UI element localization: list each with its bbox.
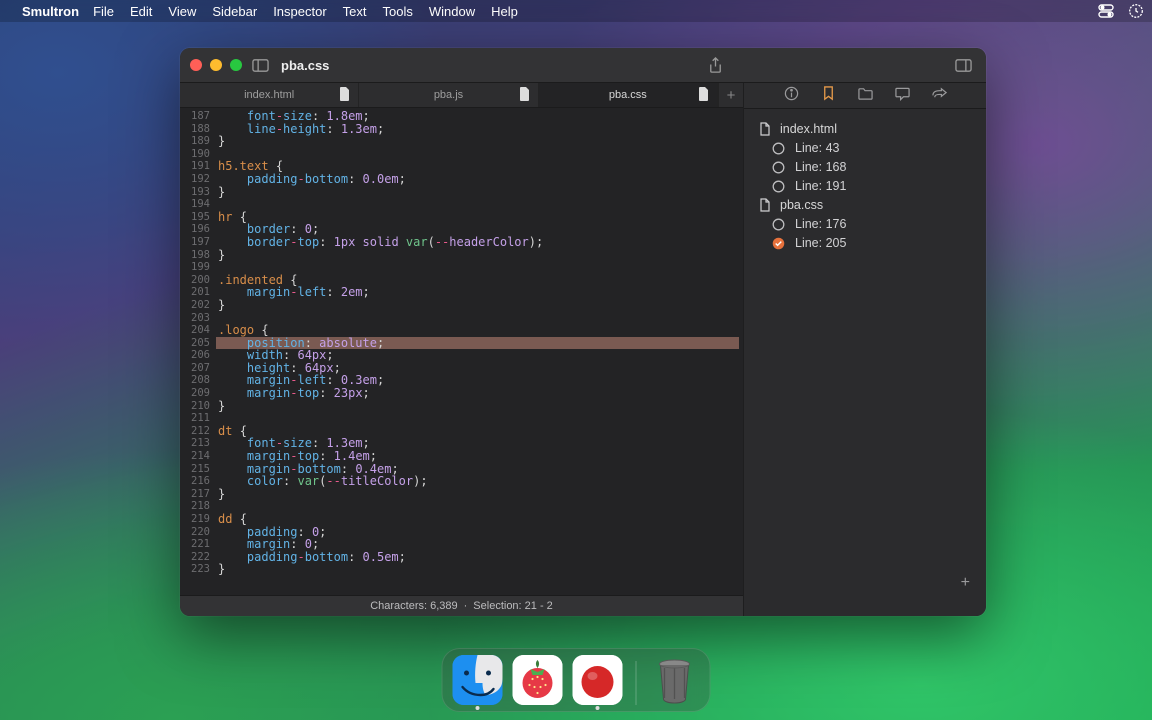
document-icon: [518, 87, 532, 104]
info-icon[interactable]: [784, 86, 799, 106]
titlebar[interactable]: pba.css: [180, 48, 986, 83]
folder-icon[interactable]: [858, 86, 873, 106]
status-bar: Characters: 6,389 · Selection: 21 - 2: [180, 595, 743, 616]
clock-icon[interactable]: [1128, 3, 1144, 19]
menu-window[interactable]: Window: [429, 4, 475, 19]
bookmarks-panel: index.html Line: 43 Line: 168 Line: 191 pba.…: [744, 83, 986, 616]
menu-tools[interactable]: Tools: [383, 4, 413, 19]
line-gutter: 1871881891901911921931941951961971981992…: [180, 108, 216, 595]
bookmark-item[interactable]: Line: 43: [772, 141, 972, 155]
menu-view[interactable]: View: [168, 4, 196, 19]
forward-icon[interactable]: [932, 86, 947, 106]
tab-label: pba.js: [434, 89, 463, 101]
minimize-button[interactable]: [210, 59, 222, 71]
menu-inspector[interactable]: Inspector: [273, 4, 326, 19]
comment-icon[interactable]: [895, 86, 910, 106]
add-tab-button[interactable]: +: [718, 83, 743, 107]
document-icon: [697, 87, 711, 104]
right-panel-toggle-icon[interactable]: [955, 57, 972, 74]
tab-index-html[interactable]: index.html: [180, 83, 359, 107]
bookmark-icon[interactable]: [821, 86, 836, 106]
tab-label: index.html: [244, 89, 294, 101]
document-icon: [338, 87, 352, 104]
dock-smultron-alt[interactable]: [513, 655, 563, 705]
bookmark-item[interactable]: Line: 191: [772, 179, 972, 193]
document-tabs: index.html pba.js pba.css +: [180, 83, 743, 108]
bookmark-item[interactable]: Line: 176: [772, 217, 972, 231]
bookmark-file[interactable]: index.html: [758, 122, 972, 136]
selection-info: Selection: 21 - 2: [473, 600, 553, 612]
editor-window: pba.css index.html pba.js pba.css: [180, 48, 986, 616]
char-count: Characters: 6,389: [370, 600, 457, 612]
close-button[interactable]: [190, 59, 202, 71]
share-icon[interactable]: [707, 57, 724, 74]
code-editor[interactable]: 1871881891901911921931941951961971981992…: [180, 108, 743, 595]
dock-trash[interactable]: [650, 655, 700, 705]
dock-finder[interactable]: [453, 655, 503, 705]
tab-pba-js[interactable]: pba.js: [359, 83, 538, 107]
menu-edit[interactable]: Edit: [130, 4, 152, 19]
system-menubar: Smultron File Edit View Sidebar Inspecto…: [0, 0, 1152, 22]
add-bookmark-button[interactable]: +: [961, 574, 970, 592]
menu-file[interactable]: File: [93, 4, 114, 19]
panel-toolbar: [744, 83, 986, 109]
dock-separator: [636, 661, 637, 705]
menu-text[interactable]: Text: [343, 4, 367, 19]
tab-pba-css[interactable]: pba.css: [539, 83, 718, 107]
code-area[interactable]: font-size: 1.8em; line-height: 1.3em;}h5…: [216, 108, 743, 595]
menu-sidebar[interactable]: Sidebar: [212, 4, 257, 19]
zoom-button[interactable]: [230, 59, 242, 71]
bookmark-file[interactable]: pba.css: [758, 198, 972, 212]
traffic-lights: [190, 59, 242, 71]
dock-smultron[interactable]: [573, 655, 623, 705]
control-center-icon[interactable]: [1098, 3, 1114, 19]
app-name[interactable]: Smultron: [22, 4, 79, 19]
sidebar-toggle-icon[interactable]: [252, 57, 269, 74]
tab-label: pba.css: [609, 89, 647, 101]
bookmark-item[interactable]: Line: 168: [772, 160, 972, 174]
window-title: pba.css: [281, 58, 329, 73]
bookmark-item[interactable]: Line: 205: [772, 236, 972, 250]
dock: [442, 648, 711, 712]
menu-help[interactable]: Help: [491, 4, 518, 19]
